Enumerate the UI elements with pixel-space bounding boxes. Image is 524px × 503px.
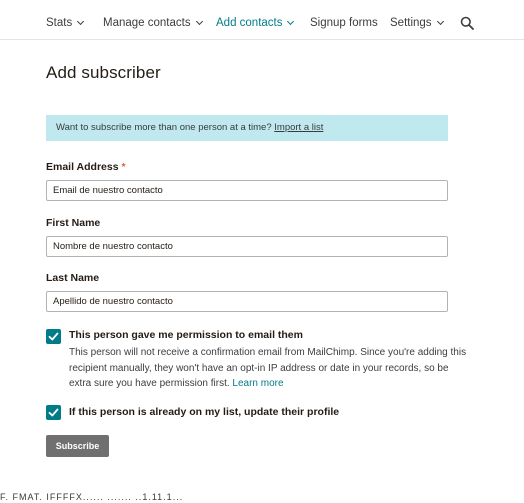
nav-item-label: Stats [46,17,73,29]
last-name-label: Last Name [46,272,100,284]
chevron-down-icon [287,17,295,26]
email-field[interactable]: Email de nuestro contacto [46,180,448,201]
nav-item-label: Add contacts [216,17,283,29]
email-label-text: Email Address [46,161,119,173]
learn-more-link[interactable]: Learn more [232,378,283,389]
update-profile-label: If this person is already on my list, up… [69,406,340,418]
required-mark: * [121,161,126,173]
nav-item-signup-forms[interactable]: Signup forms [310,17,378,29]
nav-item-label: Settings [390,17,432,29]
nav-item-settings[interactable]: Settings [390,17,444,29]
chevron-down-icon [436,17,444,26]
first-name-field[interactable]: Nombre de nuestro contacto [46,236,448,257]
subscribe-button[interactable]: Subscribe [46,435,109,457]
nav-item-stats[interactable]: Stats [46,17,85,29]
import-list-link[interactable]: Import a list [274,122,323,133]
cropped-caption: F. FMAT. IFFFFX...... ....... ..1.11.1..… [0,492,184,502]
info-banner: Want to subscribe more than one person a… [46,115,448,141]
checkmark-icon [48,408,59,417]
checkmark-icon [48,332,59,341]
update-profile-checkbox[interactable] [46,405,61,420]
nav-item-manage-contacts[interactable]: Manage contacts [103,17,203,29]
search-icon[interactable] [460,16,474,30]
top-nav: Stats Manage contacts Add contacts Signu… [0,0,524,40]
chevron-down-icon [195,17,203,26]
permission-description: This person will not receive a confirmat… [69,345,469,392]
permission-label: This person gave me permission to email … [69,329,303,341]
page-title: Add subscriber [46,63,161,82]
nav-item-label: Signup forms [310,17,378,29]
nav-item-label: Manage contacts [103,17,191,29]
email-label: Email Address * [46,161,126,173]
chevron-down-icon [77,17,85,26]
first-name-label: First Name [46,217,101,229]
last-name-field[interactable]: Apellido de nuestro contacto [46,291,448,312]
nav-item-add-contacts[interactable]: Add contacts [216,17,295,29]
banner-text: Want to subscribe more than one person a… [56,122,272,133]
permission-checkbox[interactable] [46,329,61,344]
